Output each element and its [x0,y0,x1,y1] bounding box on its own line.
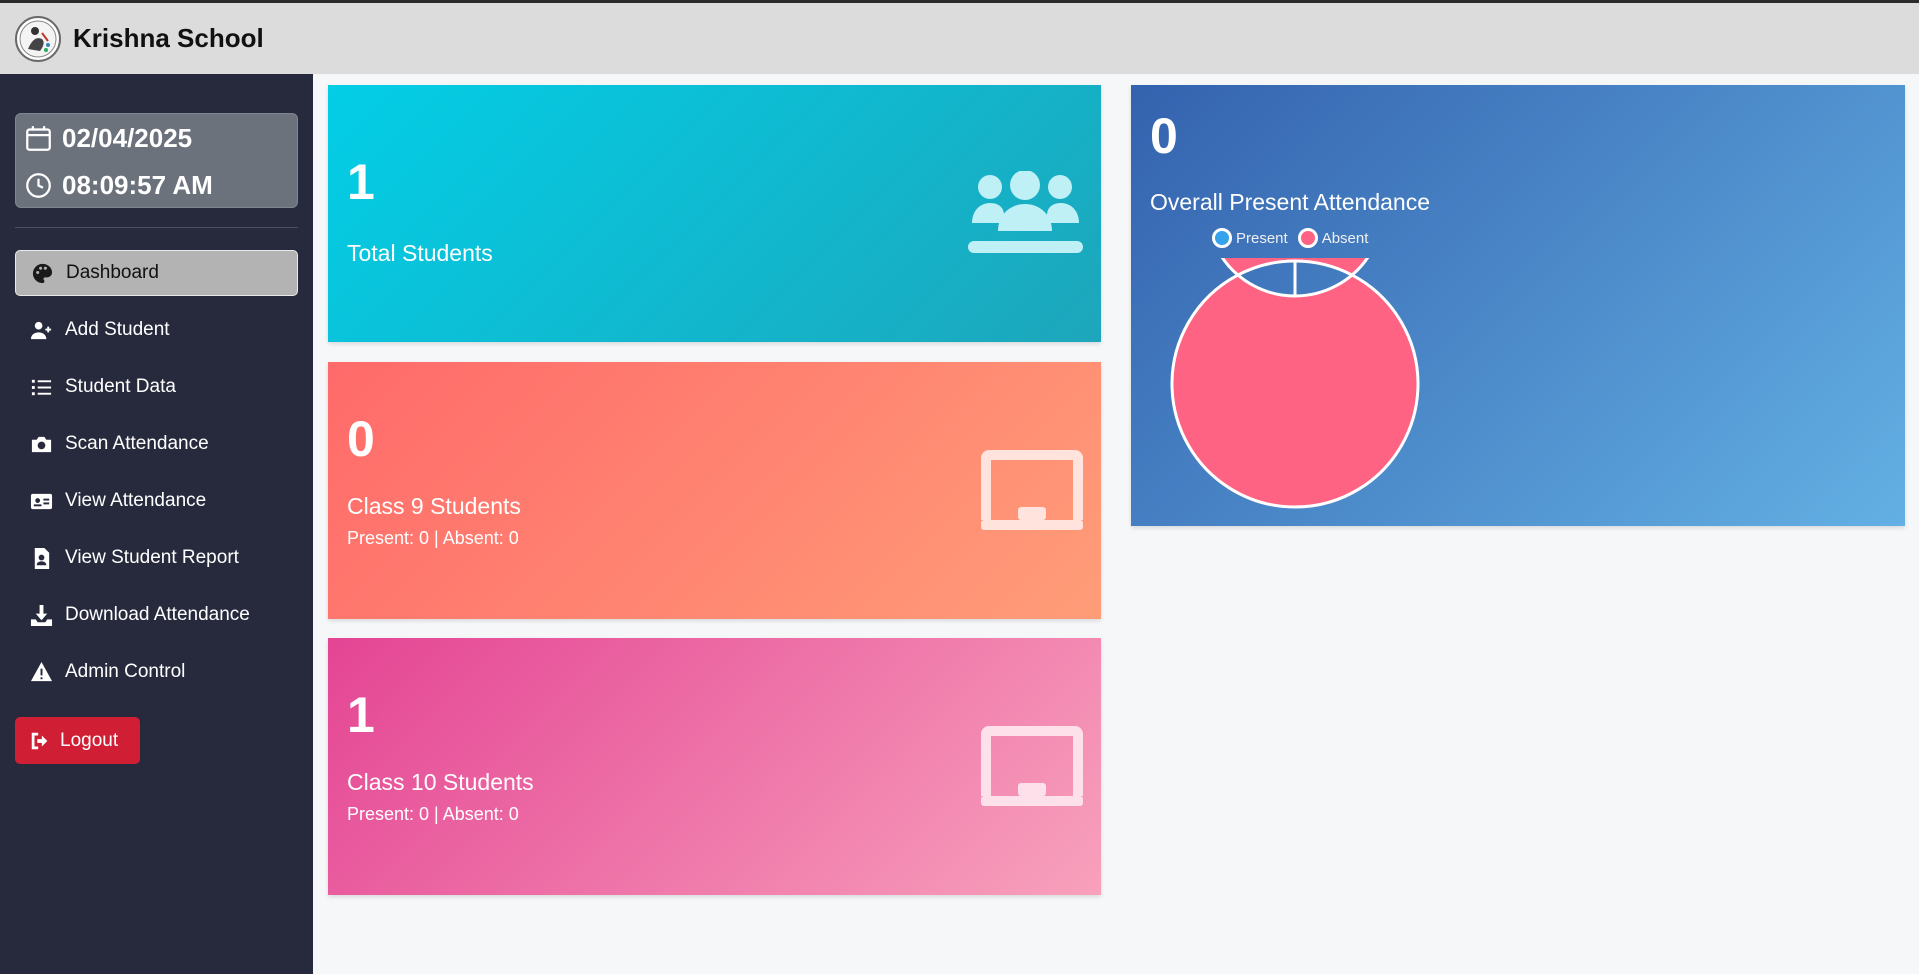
file-person-icon [34,547,50,569]
sidebar-item-label: View Attendance [65,490,207,511]
legend-label: Present [1236,229,1288,247]
sidebar-item-label: Download Attendance [65,604,250,625]
top-bar: Krishna School [0,0,1919,74]
sidebar-item-view-attendance[interactable]: View Attendance [15,478,298,524]
users-icon [968,170,1083,260]
sidebar: 02/04/2025 08:09:57 AM Dashboard Add Stu… [0,74,313,974]
sidebar-item-add-student[interactable]: Add Student [15,307,298,353]
legend-item-absent[interactable]: Absent [1297,228,1369,248]
sidebar-divider [15,227,298,228]
sidebar-item-label: Add Student [65,319,170,340]
total-students-card[interactable]: 1 Total Students [328,85,1101,342]
palette-icon [32,263,53,283]
total-students-count: 1 [347,154,375,210]
logout-label: Logout [60,729,119,751]
chalkboard-icon [981,450,1083,537]
sidebar-item-admin-control[interactable]: Admin Control [15,649,298,695]
logout-icon [31,732,48,749]
sidebar-item-label: Student Data [65,376,176,397]
chalkboard-icon [981,726,1083,813]
id-card-icon [30,493,53,509]
download-icon [30,604,53,626]
class-10-label: Class 10 Students [347,769,534,795]
current-time: 08:09:57 AM [62,170,213,200]
sidebar-item-view-student-report[interactable]: View Student Report [15,535,298,581]
class-10-card[interactable]: 1 Class 10 Students Present: 0 | Absent:… [328,638,1101,895]
sidebar-item-label: Dashboard [66,262,159,283]
class-9-label: Class 9 Students [347,493,521,519]
total-students-label: Total Students [347,240,493,266]
legend-item-present[interactable]: Present [1212,228,1288,248]
date-row: 02/04/2025 [25,123,192,154]
clock-icon [26,173,51,198]
sidebar-item-label: Admin Control [65,661,186,682]
sidebar-item-label: View Student Report [65,547,239,568]
overall-attendance-card: 0 Overall Present Attendance Present Abs… [1131,85,1905,526]
time-row: 08:09:57 AM [25,170,213,201]
user-plus-icon [30,321,52,339]
class-9-card[interactable]: 0 Class 9 Students Present: 0 | Absent: … [328,362,1101,619]
sidebar-item-dashboard[interactable]: Dashboard [15,250,298,296]
chart-legend: Present Absent [1212,228,1378,248]
class-10-count: 1 [347,687,375,743]
sidebar-item-scan-attendance[interactable]: Scan Attendance [15,421,298,467]
warning-icon [30,661,53,681]
logout-button[interactable]: Logout [15,717,140,764]
sidebar-item-download-attendance[interactable]: Download Attendance [15,592,298,638]
overall-present-count: 0 [1150,108,1178,164]
legend-label: Absent [1321,229,1369,247]
calendar-icon [26,126,51,151]
sidebar-item-student-data[interactable]: Student Data [15,364,298,410]
current-date: 02/04/2025 [62,123,193,153]
sidebar-item-label: Scan Attendance [65,433,209,454]
camera-icon [31,436,52,452]
class-9-attendance-summary: Present: 0 | Absent: 0 [347,528,519,548]
legend-swatch-absent [1297,228,1318,248]
date-time-box: 02/04/2025 08:09:57 AM [15,113,298,208]
attendance-donut-chart [1170,258,1420,509]
legend-swatch-present [1212,228,1232,248]
class-9-count: 0 [347,411,375,467]
school-logo [15,15,61,62]
school-name: Krishna School [73,23,264,53]
class-10-attendance-summary: Present: 0 | Absent: 0 [347,804,519,824]
overall-attendance-label: Overall Present Attendance [1150,189,1430,215]
list-icon [31,379,52,395]
